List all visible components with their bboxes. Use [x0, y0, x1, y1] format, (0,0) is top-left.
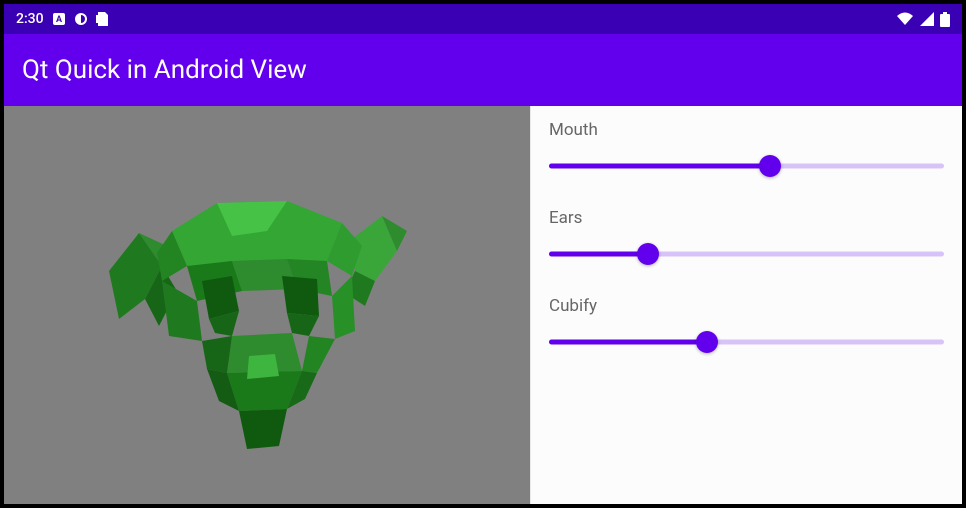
controls-panel: Mouth Ears Cubify — [530, 106, 962, 504]
app-title: Qt Quick in Android View — [22, 55, 307, 85]
slider-track-active — [549, 164, 770, 169]
status-icon-circle — [74, 12, 88, 26]
status-right — [896, 12, 950, 27]
sd-card-icon — [96, 12, 108, 26]
svg-text:A: A — [56, 15, 63, 25]
battery-icon — [940, 12, 950, 27]
device-frame: 2:30 A — [0, 0, 966, 508]
mouth-label: Mouth — [549, 120, 944, 140]
slider-thumb[interactable] — [637, 243, 659, 265]
status-time: 2:30 — [16, 11, 44, 27]
status-bar: 2:30 A — [4, 4, 962, 34]
control-mouth: Mouth — [549, 120, 944, 186]
cubify-label: Cubify — [549, 296, 944, 316]
control-cubify: Cubify — [549, 296, 944, 362]
wifi-icon — [896, 12, 914, 26]
cubify-slider[interactable] — [549, 322, 944, 362]
mouth-slider[interactable] — [549, 146, 944, 186]
status-icon-square: A — [52, 12, 66, 26]
slider-thumb[interactable] — [759, 155, 781, 177]
signal-icon — [920, 12, 934, 26]
monkey-head-model — [4, 106, 530, 504]
main-content: Mouth Ears Cubify — [4, 106, 962, 504]
status-left: 2:30 A — [16, 11, 108, 27]
slider-track-active — [549, 252, 648, 257]
slider-track-active — [549, 340, 707, 345]
ears-slider[interactable] — [549, 234, 944, 274]
app-title-bar: Qt Quick in Android View — [4, 34, 962, 106]
viewport-3d[interactable] — [4, 106, 530, 504]
control-ears: Ears — [549, 208, 944, 274]
ears-label: Ears — [549, 208, 944, 228]
slider-thumb[interactable] — [696, 331, 718, 353]
screen: 2:30 A — [4, 4, 962, 504]
